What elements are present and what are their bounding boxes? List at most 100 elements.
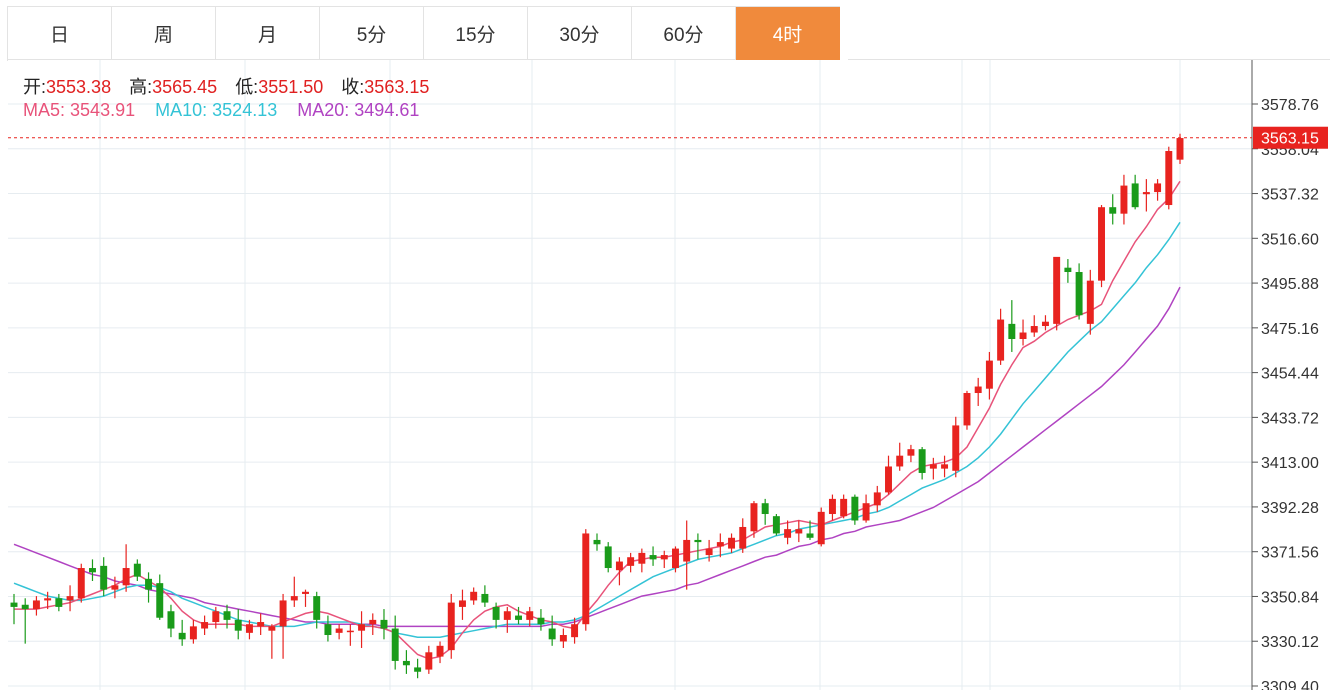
candle-body xyxy=(346,630,354,633)
candle-body xyxy=(750,503,758,532)
ohlc-readout: 开:3553.38 高:3565.45 低:3551.50 收:3563.15 xyxy=(23,73,429,99)
tab-15min[interactable]: 15分 xyxy=(424,7,528,60)
candle-body xyxy=(1154,183,1162,193)
candle-body xyxy=(100,565,108,590)
candle-body xyxy=(761,503,769,515)
candle-body xyxy=(840,498,848,517)
candle-body xyxy=(268,626,276,631)
candle-body xyxy=(649,555,657,560)
candle-body xyxy=(672,548,679,569)
candle-body xyxy=(290,596,298,601)
y-tick-label: 3392.28 xyxy=(1261,500,1319,517)
open-value: 3553.38 xyxy=(46,77,112,97)
candle-body xyxy=(167,611,175,629)
y-tick-label: 3495.88 xyxy=(1261,276,1319,293)
candle-body xyxy=(537,617,545,625)
open-label: 开: xyxy=(23,77,47,97)
tab-5min[interactable]: 5分 xyxy=(320,7,424,60)
candle-body xyxy=(548,628,556,640)
candle-body xyxy=(615,561,623,571)
candle-body xyxy=(122,568,130,586)
y-tick-label: 3537.32 xyxy=(1261,187,1319,204)
ma20-line xyxy=(13,286,1181,628)
candle-body xyxy=(111,585,119,590)
candle-body xyxy=(728,537,736,549)
tab-day[interactable]: 日 xyxy=(8,7,112,60)
candle-body xyxy=(1008,323,1016,339)
candle-body xyxy=(212,611,220,623)
candle-body xyxy=(1165,151,1173,206)
candle-body xyxy=(559,635,567,642)
candle-body xyxy=(694,539,702,543)
candle-body xyxy=(1086,280,1094,324)
candle-body xyxy=(817,511,825,545)
candle-body xyxy=(234,619,242,631)
candle-body xyxy=(201,622,209,629)
candle-body xyxy=(997,319,1005,361)
ma5-line xyxy=(14,180,1181,660)
candle-body xyxy=(55,598,63,607)
candle-body xyxy=(515,615,522,620)
y-tick-label: 3516.60 xyxy=(1261,231,1319,248)
ma10-line xyxy=(13,221,1181,638)
candle-body xyxy=(1176,138,1184,160)
candlestick-chart: 3578.763558.043537.323516.603495.883475.… xyxy=(8,60,1328,690)
candle-body xyxy=(806,533,814,538)
candle-body xyxy=(941,464,949,469)
candle-body xyxy=(133,563,141,577)
tab-week[interactable]: 周 xyxy=(112,7,216,60)
candle-body xyxy=(10,602,18,607)
candle-body xyxy=(795,529,803,534)
y-tick-label: 3475.16 xyxy=(1261,321,1319,338)
tab-30min[interactable]: 30分 xyxy=(528,7,632,60)
y-tick-label: 3454.44 xyxy=(1261,366,1319,383)
candle-body xyxy=(447,602,455,651)
candle-body xyxy=(885,466,892,493)
candle-body xyxy=(952,425,960,471)
candle-body xyxy=(245,624,253,633)
candle-body xyxy=(660,555,668,560)
candle-body xyxy=(974,386,982,394)
candle-body xyxy=(257,622,265,627)
y-tick-label: 3433.72 xyxy=(1261,410,1319,427)
candle-body xyxy=(705,548,713,556)
candle-body xyxy=(1019,332,1027,339)
ma5-value: 3543.91 xyxy=(70,100,136,120)
tab-month[interactable]: 月 xyxy=(216,7,320,60)
candle-body xyxy=(189,626,197,640)
candle-body xyxy=(492,606,500,620)
candle-body xyxy=(1053,256,1061,324)
candle-body xyxy=(458,600,466,607)
y-tick-label: 3330.12 xyxy=(1261,634,1319,651)
tab-4hour[interactable]: 4时 xyxy=(736,7,840,60)
close-value: 3563.15 xyxy=(364,77,430,97)
candle-body xyxy=(380,619,388,629)
ma20-label: MA20: xyxy=(297,100,350,120)
candle-body xyxy=(918,449,926,473)
y-tick-label: 3578.76 xyxy=(1261,97,1319,114)
candle-body xyxy=(302,591,309,594)
candle-body xyxy=(358,624,366,631)
ma-readout: MA5: 3543.91 MA10: 3524.13 MA20: 3494.61 xyxy=(23,100,419,121)
candle-body xyxy=(593,539,601,545)
candle-body xyxy=(223,611,231,620)
candle-body xyxy=(963,393,971,426)
y-tick-label: 3309.40 xyxy=(1261,679,1319,690)
candle-body xyxy=(279,600,287,627)
candle-body xyxy=(638,552,646,564)
candle-body xyxy=(1030,326,1038,333)
candle-body xyxy=(907,449,915,456)
candle-body xyxy=(1098,207,1105,281)
candle-body xyxy=(716,542,724,547)
y-tick-label: 3371.56 xyxy=(1261,545,1319,562)
candle-body xyxy=(772,516,780,534)
tab-60min[interactable]: 60分 xyxy=(632,7,736,60)
candle-body xyxy=(582,533,590,625)
ma10-label: MA10: xyxy=(155,100,208,120)
candle-body xyxy=(526,611,534,620)
candle-body xyxy=(66,596,74,601)
high-value: 3565.45 xyxy=(152,77,218,97)
candle-body xyxy=(985,360,993,389)
last-price-label: 3563.15 xyxy=(1261,131,1319,148)
candle-body xyxy=(436,645,444,657)
